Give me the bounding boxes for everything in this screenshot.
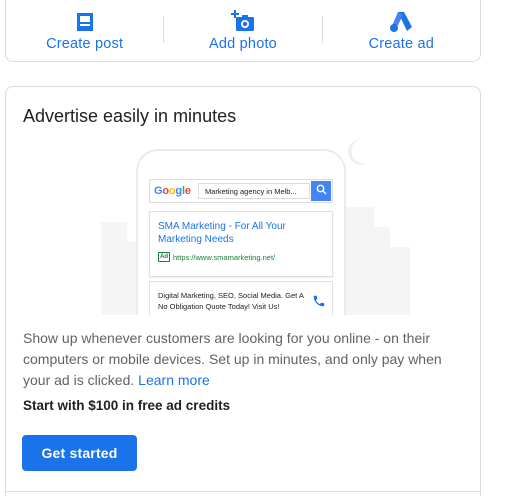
google-ads-logo-icon bbox=[389, 10, 413, 34]
add-photo-button[interactable]: Add photo bbox=[164, 0, 321, 61]
phone-mockup: Google Marketing agency in Melb... SMA M… bbox=[136, 149, 346, 315]
create-ad-label: Create ad bbox=[368, 36, 435, 52]
ad-description: Show up whenever customers are looking f… bbox=[23, 328, 463, 391]
get-started-button[interactable]: Get started bbox=[22, 435, 137, 471]
divider bbox=[6, 491, 480, 492]
search-button bbox=[311, 181, 331, 201]
search-icon bbox=[316, 182, 327, 200]
moon-icon bbox=[346, 137, 370, 172]
ad-result-description-card: Digital Marketing, SEO, Social Media. Ge… bbox=[149, 281, 333, 315]
search-query: Marketing agency in Melb... bbox=[198, 183, 310, 199]
create-ad-button[interactable]: Create ad bbox=[323, 0, 480, 61]
free-credits-text: Start with $100 in free ad credits bbox=[23, 398, 231, 413]
create-post-icon bbox=[73, 10, 97, 34]
advertise-card: Advertise easily in minutes Google Marke… bbox=[5, 86, 481, 496]
phone-icon bbox=[312, 294, 326, 313]
quick-actions: Create post Add photo Create ad bbox=[6, 0, 480, 61]
search-bar: Google Marketing agency in Melb... bbox=[149, 179, 333, 203]
ad-preview-illustration: Google Marketing agency in Melb... SMA M… bbox=[6, 137, 480, 315]
google-logo: Google bbox=[154, 185, 191, 197]
quick-actions-card: Create post Add photo Create ad bbox=[5, 0, 481, 62]
add-photo-icon bbox=[230, 10, 255, 34]
ad-result-url-row: Ad https://www.smamarketing.net/ bbox=[158, 252, 275, 262]
ad-badge: Ad bbox=[158, 252, 170, 262]
ad-description-text: Show up whenever customers are looking f… bbox=[23, 330, 442, 388]
ad-result-url: https://www.smamarketing.net/ bbox=[173, 252, 276, 262]
building-shape bbox=[346, 207, 374, 315]
ad-result-title: SMA Marketing - For All Your Marketing N… bbox=[158, 221, 286, 245]
add-photo-label: Add photo bbox=[209, 36, 277, 52]
ad-result-card: SMA Marketing - For All Your Marketing N… bbox=[149, 211, 333, 277]
card-title: Advertise easily in minutes bbox=[23, 106, 237, 126]
building-shape bbox=[388, 247, 410, 315]
ad-result-description: Digital Marketing, SEO, Social Media. Ge… bbox=[158, 291, 304, 311]
create-post-label: Create post bbox=[46, 36, 124, 52]
create-post-button[interactable]: Create post bbox=[6, 0, 163, 61]
learn-more-link[interactable]: Learn more bbox=[138, 372, 210, 388]
